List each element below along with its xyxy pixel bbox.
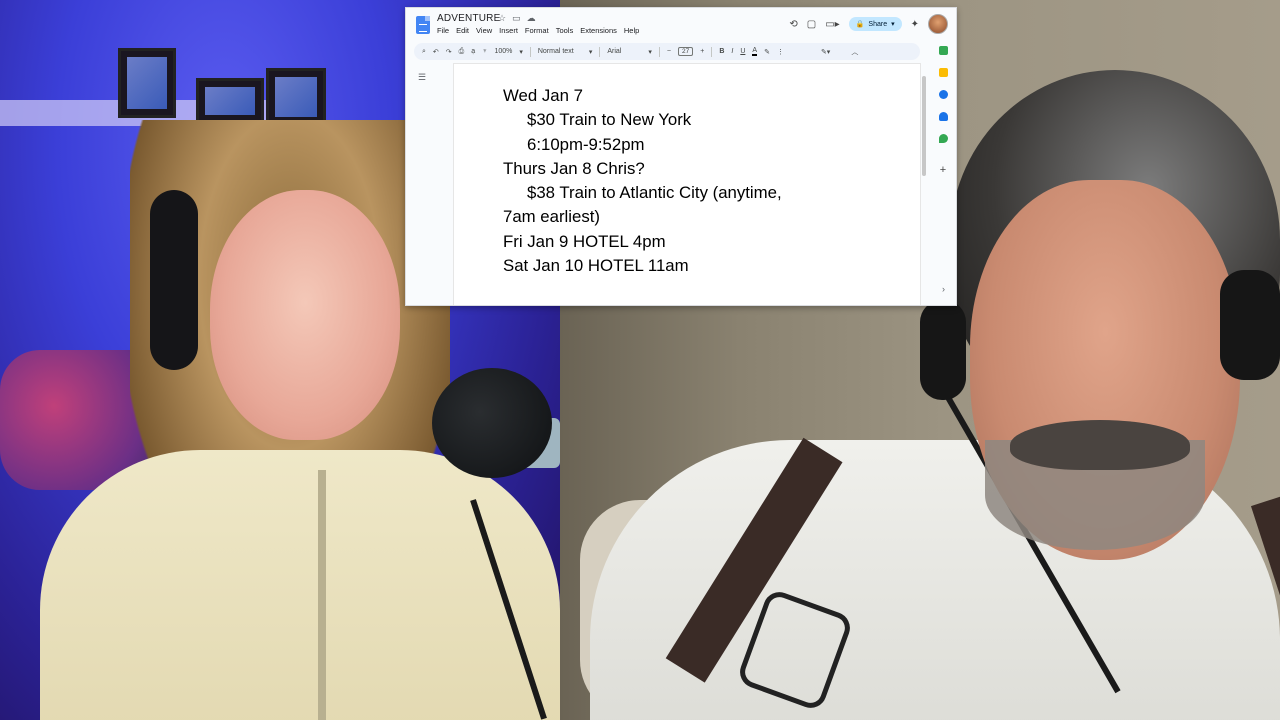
picture-frame — [196, 78, 264, 124]
title-icons: ☆ ▭ ☁ — [498, 13, 536, 24]
redo-icon[interactable]: ↷ — [446, 48, 452, 56]
vertical-scrollbar[interactable] — [922, 76, 926, 176]
text-line: Sat Jan 10 HOTEL 11am — [503, 256, 689, 276]
document-title[interactable]: ADVENTURE — [437, 13, 500, 24]
more-options-icon[interactable]: ⋮ — [777, 48, 784, 56]
print-icon[interactable]: ⎙ — [459, 48, 465, 56]
chevron-right-icon[interactable]: › — [942, 284, 945, 294]
paragraph-style-select[interactable]: Normal text — [538, 48, 582, 55]
separator — [711, 46, 713, 57]
menu-insert[interactable]: Insert — [499, 26, 518, 35]
maps-icon[interactable] — [938, 134, 948, 143]
tasks-icon[interactable] — [938, 90, 948, 99]
document-outline-icon[interactable]: ☰ — [418, 72, 426, 83]
zipper — [318, 470, 326, 720]
separator — [529, 46, 531, 57]
zoom-select[interactable]: 100% — [494, 48, 512, 55]
chevron-down-icon[interactable]: ▾ — [589, 48, 593, 56]
sheets-icon[interactable] — [938, 46, 948, 55]
video-call-icon[interactable]: ▭▸ — [825, 19, 839, 30]
menu-view[interactable]: View — [476, 26, 492, 35]
star-icon[interactable]: ☆ — [498, 13, 506, 24]
share-label: Share — [868, 20, 888, 28]
text-line: $30 Train to New York — [527, 110, 692, 130]
menu-format[interactable]: Format — [525, 26, 549, 35]
picture-frame — [118, 48, 176, 118]
increase-font-size-button[interactable]: + — [700, 48, 704, 55]
menu-tools[interactable]: Tools — [556, 26, 574, 35]
microphone — [432, 368, 552, 478]
sparkle-icon[interactable]: ✦ — [911, 19, 919, 30]
keep-icon[interactable] — [938, 68, 948, 77]
text-line: 7am earliest) — [503, 207, 600, 227]
picture-frame — [266, 68, 326, 126]
italic-icon[interactable]: I — [731, 48, 733, 55]
text-color-icon[interactable]: A — [752, 47, 758, 56]
mustache — [1010, 420, 1190, 470]
text-line: Thurs Jan 8 Chris? — [503, 158, 645, 178]
bold-icon[interactable]: B — [719, 48, 724, 55]
search-menus-icon[interactable]: ⌕ — [422, 48, 426, 56]
text-line: 6:10pm-9:52pm — [527, 134, 645, 154]
avatar[interactable] — [928, 14, 948, 34]
chevron-down-icon[interactable]: ▾ — [648, 48, 652, 56]
person-left-body — [40, 450, 560, 720]
underline-icon[interactable]: U — [740, 48, 745, 55]
docs-window: ADVENTURE ☆ ▭ ☁ File Edit View Insert Fo… — [405, 7, 957, 306]
separator — [658, 46, 660, 57]
spellcheck-icon[interactable]: ạ — [471, 48, 475, 55]
menu-edit[interactable]: Edit — [456, 26, 469, 35]
lock-icon: 🔒 — [855, 21, 865, 28]
document-body[interactable]: Wed Jan 7 $30 Train to New York 6:10pm-9… — [503, 84, 782, 278]
text-line: Wed Jan 7 — [503, 86, 583, 105]
headphones — [920, 300, 966, 400]
decrease-font-size-button[interactable]: − — [667, 48, 671, 55]
header-controls: ⟲ ▢ ▭▸ 🔒 Share ▾ ✦ — [789, 14, 948, 34]
chevron-down-icon[interactable]: ▾ — [519, 48, 523, 56]
cloud-status-icon[interactable]: ☁ — [527, 13, 536, 24]
share-button[interactable]: 🔒 Share ▾ — [848, 17, 902, 31]
comment-icon[interactable]: ▢ — [807, 19, 816, 30]
headphones — [150, 190, 198, 370]
text-line: $38 Train to Atlantic City (anytime, — [527, 183, 782, 203]
move-to-folder-icon[interactable]: ▭ — [512, 13, 521, 24]
text-line: Fri Jan 9 HOTEL 4pm — [503, 231, 666, 251]
menu-bar: File Edit View Insert Format Tools Exten… — [437, 26, 639, 35]
toolbar: ⌕ ↶ ↷ ⎙ ạ ♆ 100% ▾ Normal text ▾ Arial ▾… — [414, 43, 920, 60]
chevron-down-icon[interactable]: ▾ — [891, 20, 895, 28]
highlight-icon[interactable]: ✎ — [764, 48, 770, 56]
side-panel: + — [930, 38, 956, 305]
separator — [599, 46, 601, 57]
font-size-input[interactable]: 27 — [677, 47, 694, 56]
editing-mode-icon[interactable]: ✎▾ — [821, 48, 830, 56]
title-bar: ADVENTURE ☆ ▭ ☁ File Edit View Insert Fo… — [406, 8, 956, 42]
menu-help[interactable]: Help — [624, 26, 639, 35]
menu-extensions[interactable]: Extensions — [580, 26, 617, 35]
undo-icon[interactable]: ↶ — [433, 48, 439, 56]
paint-format-icon[interactable]: ♆ — [482, 48, 487, 55]
add-icon[interactable]: + — [940, 164, 946, 176]
person-left-face — [210, 190, 400, 440]
docs-logo-icon[interactable] — [416, 16, 430, 34]
menu-file[interactable]: File — [437, 26, 449, 35]
headphones — [1220, 270, 1280, 380]
collapse-menus-icon[interactable]: ︿ — [851, 47, 858, 57]
history-icon[interactable]: ⟲ — [789, 19, 797, 30]
contacts-icon[interactable] — [938, 112, 948, 121]
font-select[interactable]: Arial — [607, 48, 641, 55]
